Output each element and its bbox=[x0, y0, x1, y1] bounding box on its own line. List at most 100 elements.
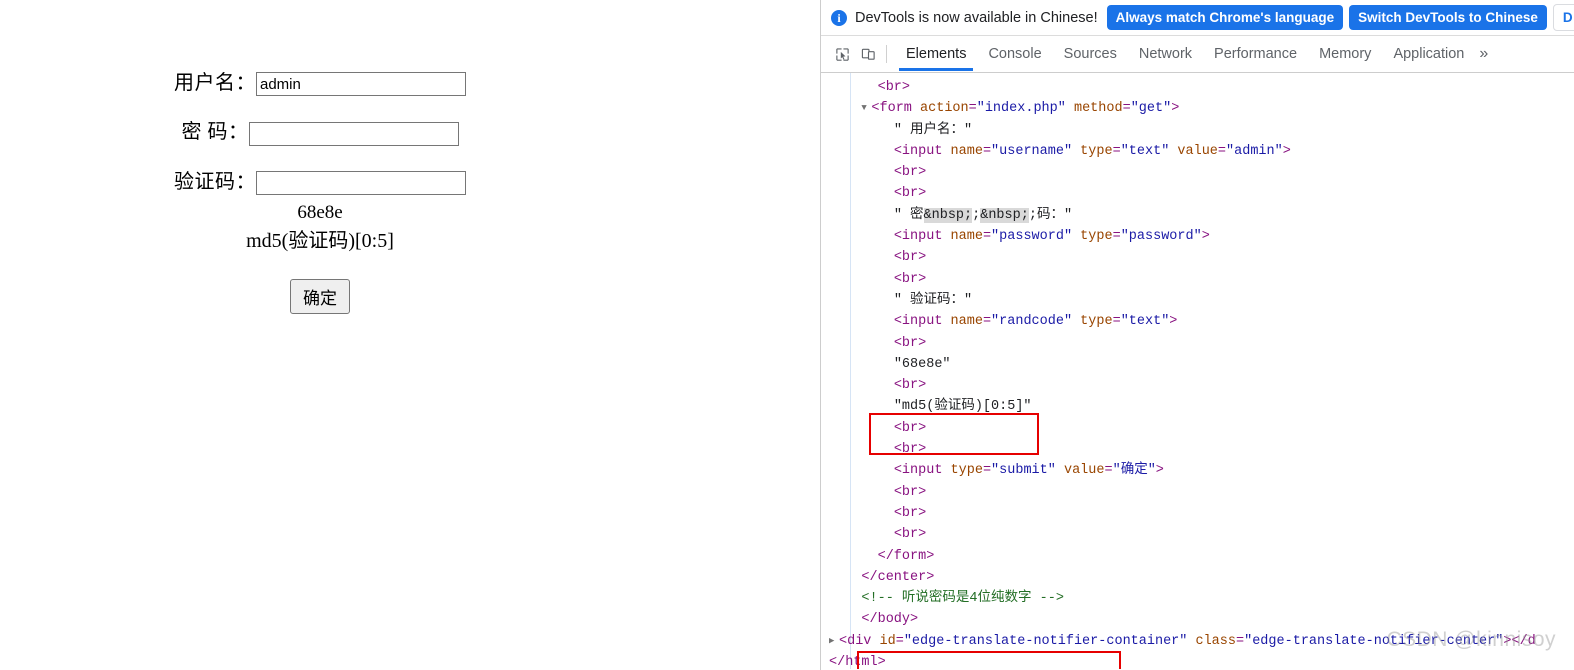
tab-application[interactable]: Application bbox=[1382, 38, 1475, 71]
expand-arrow-open-icon[interactable]: ▼ bbox=[861, 98, 871, 119]
dom-tree-line[interactable]: <br> bbox=[821, 482, 1574, 503]
dismiss-notification-button[interactable]: D bbox=[1552, 4, 1574, 31]
code-token-tag: <br> bbox=[893, 271, 927, 287]
dom-tree-line[interactable]: " 密&nbsp;;&nbsp;;码：" bbox=[821, 205, 1574, 226]
tab-sources[interactable]: Sources bbox=[1053, 38, 1128, 71]
code-token-tag: = bbox=[1112, 314, 1121, 330]
dom-tree-line[interactable]: <br> bbox=[821, 503, 1574, 524]
password-input[interactable] bbox=[248, 121, 459, 146]
dom-tree-line[interactable]: <input name="username" type="text" value… bbox=[821, 141, 1574, 162]
captcha-input[interactable] bbox=[256, 171, 466, 196]
code-token-text: " 验证码：" bbox=[893, 292, 973, 308]
code-token-val: "text" bbox=[1120, 314, 1170, 330]
captcha-hash-text: 68e8e bbox=[297, 202, 343, 224]
dom-tree-line[interactable]: " 用户名：" bbox=[821, 120, 1574, 141]
dom-tree-line[interactable]: </html> bbox=[821, 652, 1574, 669]
dom-tree-line[interactable]: "68e8e" bbox=[821, 354, 1574, 375]
inspect-element-icon[interactable] bbox=[829, 41, 855, 67]
code-token-tag: <br> bbox=[893, 484, 927, 500]
dom-tree-line[interactable]: <input name="password" type="password"> bbox=[821, 226, 1574, 247]
tab-memory[interactable]: Memory bbox=[1308, 38, 1382, 71]
dom-tree-line[interactable]: ▶ <div id="edge-translate-notifier-contai… bbox=[821, 631, 1574, 652]
dom-tree-line[interactable]: <br> bbox=[821, 439, 1574, 460]
code-token-tag bbox=[1056, 463, 1064, 478]
info-icon: i bbox=[831, 9, 847, 26]
code-token-attr: type bbox=[1080, 143, 1113, 159]
dom-tree-line[interactable]: "md5(验证码)[0:5]" bbox=[821, 396, 1574, 417]
tab-overflow-icon[interactable]: » bbox=[1475, 39, 1492, 69]
dom-tree-line[interactable]: <br> bbox=[821, 247, 1574, 268]
code-token-text: "md5(验证码)[0:5]" bbox=[893, 399, 1032, 415]
dom-tree-line[interactable]: <br> bbox=[821, 418, 1574, 439]
dom-tree-line[interactable]: <br> bbox=[821, 333, 1574, 354]
code-token-tag bbox=[1066, 101, 1074, 116]
code-token-val: "admin" bbox=[1226, 143, 1283, 159]
tab-performance[interactable]: Performance bbox=[1203, 38, 1308, 71]
code-token-attr: type bbox=[950, 463, 983, 479]
code-token-val: "index.php" bbox=[976, 101, 1066, 117]
tab-console[interactable]: Console bbox=[977, 38, 1052, 71]
login-form: 用户名： 密 码： 验证码： 68e8e md5(验证码)[0:5] 确定 bbox=[0, 70, 640, 315]
code-token-tag: > bbox=[1282, 143, 1291, 159]
username-row: 用户名： bbox=[0, 70, 640, 97]
dom-tree-line[interactable]: <br> bbox=[821, 375, 1574, 396]
tab-application-label: Application bbox=[1393, 45, 1465, 62]
dom-tree-line[interactable]: <br> bbox=[821, 524, 1574, 545]
dom-tree-line[interactable]: </form> bbox=[821, 546, 1574, 567]
expand-arrow-closed-icon[interactable]: ▶ bbox=[829, 631, 839, 652]
code-token-ent: &nbsp; bbox=[980, 207, 1029, 223]
elements-dom-tree[interactable]: <br> ▼ <form action="index.php" method="g… bbox=[821, 73, 1574, 669]
tab-network[interactable]: Network bbox=[1128, 38, 1203, 71]
code-token-tag: = bbox=[982, 229, 992, 245]
dom-tree-line[interactable]: <br> bbox=[821, 162, 1574, 183]
code-token-tag: = bbox=[982, 314, 992, 330]
username-input[interactable] bbox=[256, 72, 466, 97]
code-token-tag: = bbox=[1122, 101, 1131, 117]
code-token-val: "text" bbox=[1120, 143, 1170, 159]
code-token-tag: <br> bbox=[877, 80, 911, 95]
dom-tree-line[interactable]: <!-- 听说密码是4位纯数字 --> bbox=[821, 588, 1574, 609]
dom-tree-line[interactable]: <input type="submit" value="确定"> bbox=[821, 460, 1574, 481]
switch-to-chinese-button[interactable]: Switch DevTools to Chinese bbox=[1349, 5, 1547, 30]
dom-tree-line[interactable]: <br> bbox=[821, 269, 1574, 290]
tab-elements[interactable]: Elements bbox=[895, 38, 977, 71]
code-token-tag: </center> bbox=[861, 569, 935, 585]
dom-tree-line[interactable]: " 验证码：" bbox=[821, 290, 1574, 311]
always-match-language-button[interactable]: Always match Chrome's language bbox=[1106, 5, 1344, 30]
dom-tree-line[interactable]: <input name="randcode" type="text"> bbox=[821, 311, 1574, 332]
code-token-attr: name bbox=[950, 143, 983, 159]
code-token-tag bbox=[1072, 314, 1080, 329]
submit-button[interactable]: 确定 bbox=[290, 279, 350, 315]
code-token-tag: <br> bbox=[893, 250, 927, 266]
code-token-tag: = bbox=[1217, 143, 1227, 159]
code-token-tag: <input bbox=[893, 314, 951, 330]
code-token-tag: = bbox=[1112, 229, 1121, 245]
code-token-tag: = bbox=[968, 101, 977, 117]
captcha-label: 验证码： bbox=[174, 170, 256, 193]
dom-tree-line[interactable]: </center> bbox=[821, 567, 1574, 588]
code-token-val: "edge-translate-notifier-center" bbox=[1244, 633, 1504, 649]
dom-tree-line[interactable]: ▼ <form action="index.php" method="get"> bbox=[821, 98, 1574, 119]
code-token-attr: name bbox=[950, 314, 983, 330]
code-token-val: "password" bbox=[991, 229, 1073, 245]
device-toolbar-icon[interactable] bbox=[855, 41, 881, 67]
code-token-tag: <br> bbox=[893, 442, 927, 458]
code-token-attr: type bbox=[1080, 229, 1113, 245]
code-token-tag: <input bbox=[893, 463, 951, 479]
code-token-tag: > bbox=[1201, 229, 1210, 245]
dom-tree-line[interactable]: <br> bbox=[821, 183, 1574, 204]
dom-tree-line[interactable]: <br> bbox=[821, 77, 1574, 98]
dom-tree-line[interactable]: </body> bbox=[821, 609, 1574, 630]
code-token-tag: </d bbox=[1511, 633, 1536, 649]
